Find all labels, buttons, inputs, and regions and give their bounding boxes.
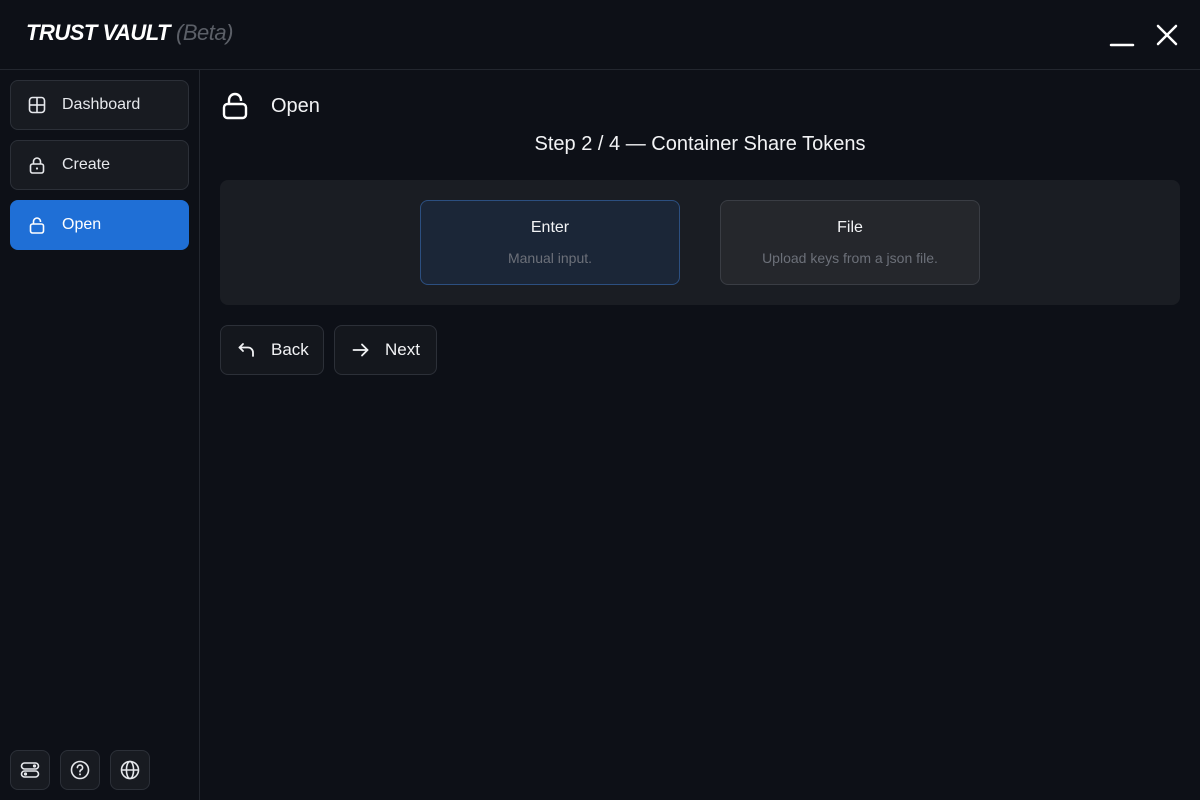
sidebar-item-create[interactable]: Create [10,140,189,190]
sidebar-item-label: Dashboard [62,96,141,113]
option-enter[interactable]: Enter Manual input. [420,200,680,285]
minimize-button[interactable] [1105,18,1139,52]
back-arrow-icon [238,343,254,357]
option-description: Manual input. [507,250,593,266]
sidebar: Dashboard Create Open [0,70,200,800]
sidebar-item-label: Create [62,156,111,173]
lock-icon [27,155,47,175]
app-name: TRUST VAULT [26,20,171,45]
close-icon [1156,24,1178,46]
arrow-right-icon [352,343,369,357]
option-description: Upload keys from a json file. [762,250,938,266]
option-title: Enter [530,219,570,236]
step-title: Step 2 / 4 — Container Share Tokens [534,133,866,155]
close-button[interactable] [1150,18,1184,52]
option-title: File [837,219,863,236]
minimize-icon [1109,43,1135,47]
unlock-icon [222,92,248,120]
input-method-panel: Enter Manual input. File Upload keys fro… [220,180,1180,305]
title-bar: TRUST VAULT (Beta) [0,0,1200,70]
sidebar-item-dashboard[interactable]: Dashboard [10,80,189,130]
sidebar-item-label: Open [62,216,102,233]
beta-badge: (Beta) [176,20,233,45]
main-content: Open Step 2 / 4 — Container Share Tokens… [200,70,1200,800]
help-button[interactable] [60,750,100,790]
sidebar-item-open[interactable]: Open [10,200,189,250]
page-title: Open [271,94,320,117]
grid-icon [27,95,47,115]
option-file[interactable]: File Upload keys from a json file. [720,200,980,285]
back-button-label: Back [271,340,309,359]
back-button[interactable]: Back [220,325,324,375]
help-icon [70,760,90,780]
next-button-label: Next [385,340,420,359]
page-header: Open [222,92,320,120]
settings-toggle-icon [20,762,40,778]
next-button[interactable]: Next [334,325,437,375]
language-button[interactable] [110,750,150,790]
settings-button[interactable] [10,750,50,790]
globe-icon [120,760,140,780]
app-title: TRUST VAULT (Beta) [26,20,233,46]
unlock-icon [27,215,47,235]
